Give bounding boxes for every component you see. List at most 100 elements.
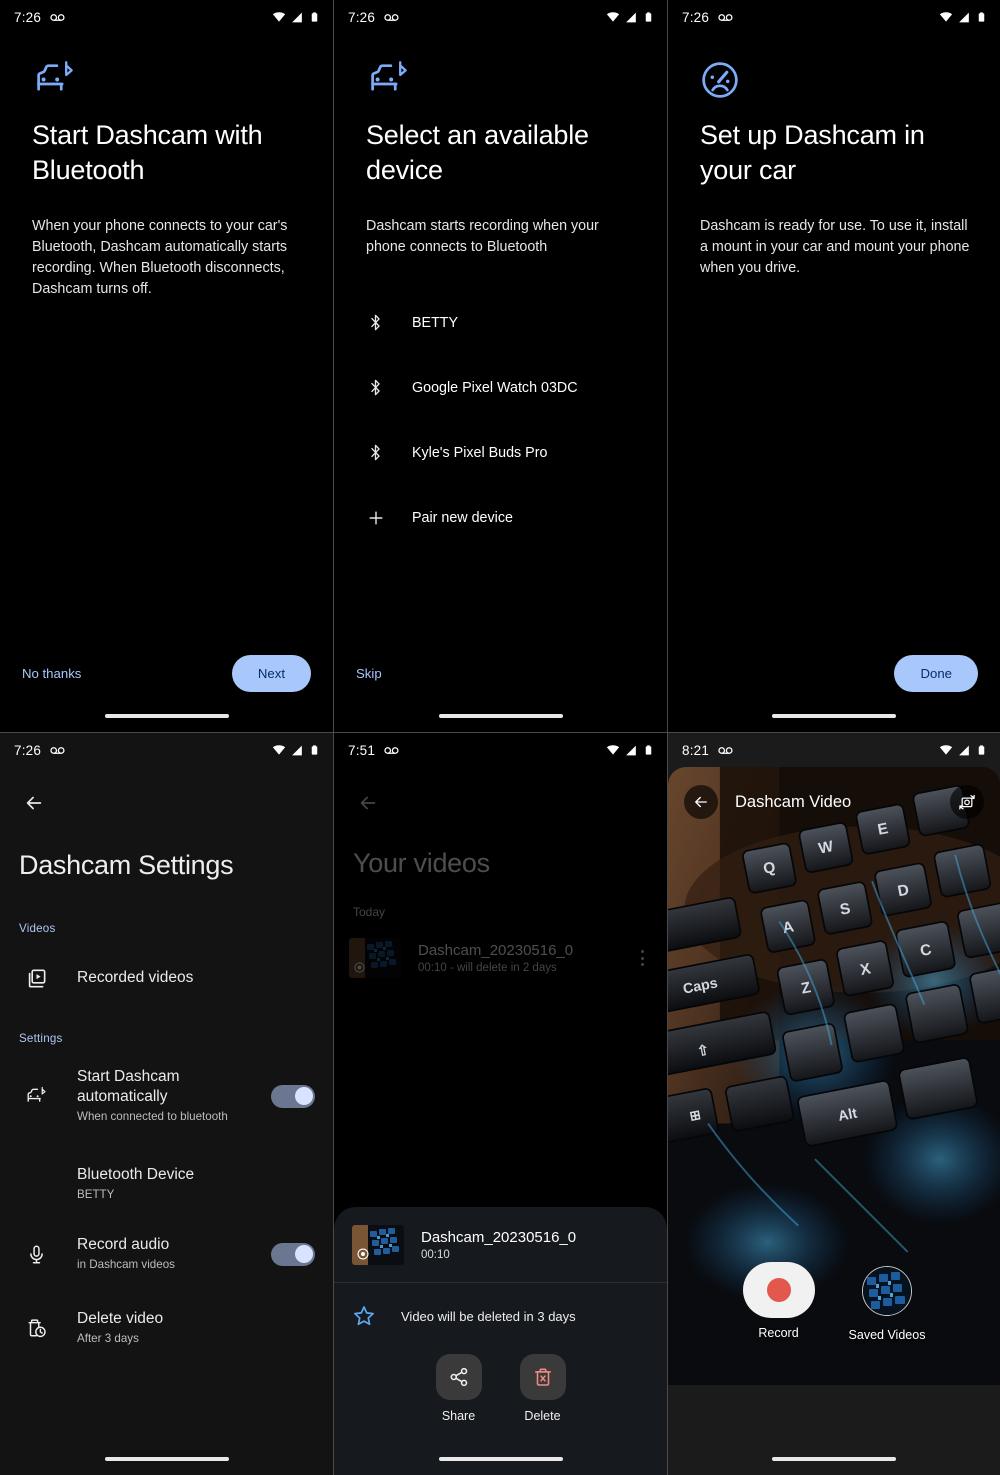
system-nav-handle[interactable] [438,1457,563,1461]
video-library-icon [19,967,53,990]
camera-flip-button[interactable] [950,785,984,819]
battery-icon [976,743,987,757]
sheet-video-header: Dashcam_20230516_0 00:10 [334,1207,667,1283]
back-arrow-icon [357,792,379,814]
screen-dashcam-video: 8:21 Q W E A S D Z X C Caps ⇧ Alt ⊞ Dash… [668,733,1000,1475]
screen-start-dashcam-bluetooth: 7:26 Start Dashcam with Bluetooth When y… [0,0,334,733]
car-bluetooth-icon [32,60,76,98]
device-label: BETTY [412,314,459,331]
settings-row-record-audio[interactable]: Record audio in Dashcam videos [0,1228,333,1280]
more-options-icon[interactable] [631,950,653,966]
next-button[interactable]: Next [231,654,311,692]
battery-icon [643,10,654,24]
status-time: 7:51 [348,742,376,758]
device-row-betty[interactable]: BETTY [366,290,647,355]
page-title: Set up Dashcam in your car [700,120,925,185]
video-thumbnail [349,938,401,978]
video-meta: 00:10 - will delete in 2 days [418,962,557,974]
status-bar: 7:26 [668,0,1000,34]
car-bluetooth-icon [366,60,410,98]
settings-row-delete-video[interactable]: Delete video After 3 days [0,1302,333,1354]
sheet-action-buttons: Share Delete [334,1354,667,1423]
share-button[interactable]: Share [435,1354,482,1423]
system-nav-handle[interactable] [438,714,563,718]
page-body: Dashcam starts recording when your phone… [366,218,599,255]
status-bar-left: 8:21 [682,743,735,758]
settings-row-start-dashcam-automatically[interactable]: Start Dashcam automatically When connect… [0,1064,333,1128]
system-nav-handle[interactable] [772,1457,896,1461]
settings-row-bluetooth-device[interactable]: Bluetooth Device BETTY [0,1158,333,1210]
cell-signal-icon [291,11,304,24]
footer-actions: No thanks Next [0,652,333,694]
device-row-pixel-watch[interactable]: Google Pixel Watch 03DC [366,355,647,420]
status-bar-left: 7:51 [348,743,401,758]
voicemail-icon [384,13,401,22]
page-body: When your phone connects to your car's B… [32,218,288,297]
group-label-today: Today [353,905,386,919]
settings-row-recorded-videos[interactable]: Recorded videos [0,955,333,1001]
record-button[interactable]: Record [742,1262,815,1340]
status-time: 7:26 [348,9,376,25]
delete-clock-icon [19,1317,53,1339]
section-label-videos: Videos [19,922,56,935]
star-outline-icon[interactable] [352,1304,376,1328]
saved-videos-button[interactable]: Saved Videos [849,1262,925,1342]
system-nav-handle[interactable] [104,714,229,718]
device-label: Google Pixel Watch 03DC [412,379,578,396]
status-bar-left: 7:26 [348,10,401,25]
settings-row-subtitle: BETTY [77,1188,115,1201]
done-button[interactable]: Done [894,654,978,692]
microphone-icon [19,1244,53,1265]
record-audio-toggle[interactable] [271,1242,315,1266]
device-row-pair-new[interactable]: Pair new device [366,485,647,550]
saved-videos-thumbnail [861,1266,912,1316]
page-body: Dashcam is ready for use. To use it, ins… [700,218,970,276]
record-label: Record [758,1326,799,1340]
status-bar: 7:26 [0,0,333,34]
status-bar-left: 7:26 [14,743,67,758]
wifi-icon [606,743,620,757]
settings-row-title: Start Dashcam automatically [77,1068,180,1105]
video-name: Dashcam_20230516_0 [418,942,574,959]
settings-row-subtitle: in Dashcam videos [77,1258,175,1271]
play-badge-icon [356,1247,370,1261]
play-badge-icon [353,961,366,974]
page-title: Start Dashcam with Bluetooth [32,120,263,185]
toggle-knob [294,1087,313,1105]
video-list-item[interactable]: Dashcam_20230516_0 00:10 - will delete i… [349,938,653,978]
page-title: Your videos [353,848,490,878]
status-time: 8:21 [682,742,710,758]
status-bar-right [606,10,654,24]
device-label: Kyle's Pixel Buds Pro [412,444,548,461]
plus-icon [366,508,400,528]
system-nav-handle[interactable] [104,1457,229,1461]
voicemail-icon [718,746,735,755]
back-button[interactable] [346,781,390,825]
no-thanks-button[interactable]: No thanks [22,666,81,681]
screen-your-videos: 7:51 Your videos Today Dashcam_20230516_… [334,733,668,1475]
settings-row-title: Delete video [77,1310,164,1327]
settings-row-title: Recorded videos [77,969,194,986]
voicemail-icon [50,746,67,755]
wifi-icon [939,10,953,24]
screen-setup-complete: 7:26 Set up Dashcam in your car Dashcam … [668,0,1000,733]
screen-select-device: 7:26 Select an available device Dashcam … [334,0,668,733]
device-label: Pair new device [412,509,513,526]
section-label-settings: Settings [19,1032,63,1045]
voicemail-icon [50,13,67,22]
settings-row-subtitle: When connected to bluetooth [77,1110,228,1123]
skip-button[interactable]: Skip [356,666,382,681]
status-bar: 8:21 [668,733,1000,767]
status-bar-right [272,743,320,757]
page-title: Select an available device [366,120,589,185]
battery-icon [309,10,320,24]
start-dashcam-toggle[interactable] [271,1084,315,1108]
device-row-pixel-buds[interactable]: Kyle's Pixel Buds Pro [366,420,647,485]
status-bar-right [606,743,654,757]
cell-signal-icon [291,744,304,757]
back-button[interactable] [684,785,718,819]
system-nav-handle[interactable] [772,714,896,718]
delete-button[interactable]: Delete [519,1354,566,1423]
cell-signal-icon [625,744,638,757]
back-button[interactable] [12,781,56,825]
